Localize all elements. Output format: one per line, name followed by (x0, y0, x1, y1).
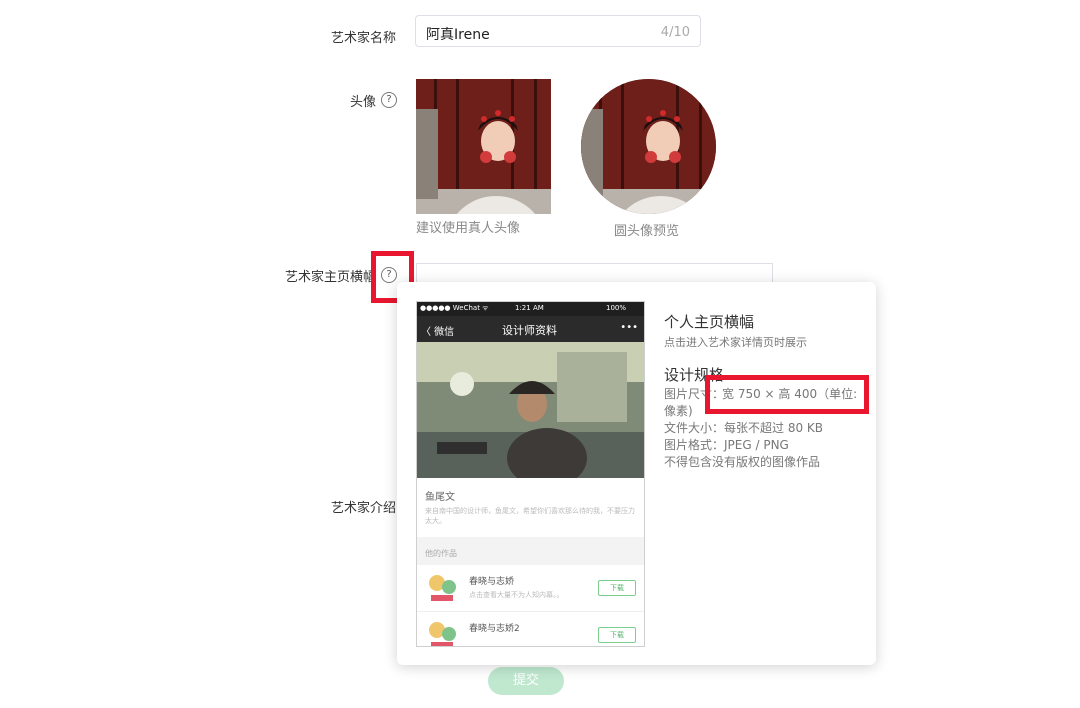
phone-preview: ●●●●● WeChat ᯤ 1:21 AM 100% 〈 微信 设计师资料 •… (416, 301, 645, 647)
phone-nav-bar: 〈 微信 设计师资料 ••• (417, 316, 644, 342)
work-thumbnail-icon (425, 571, 459, 605)
phone-work-item: 春晓与志娇2 下载 (417, 612, 644, 647)
phone-nav-title: 设计师资料 (502, 322, 557, 338)
phone-works-header: 他的作品 (417, 537, 644, 565)
download-button: 下载 (598, 580, 636, 596)
spec-format: 图片格式：JPEG / PNG (664, 437, 789, 454)
artist-name-counter: 4/10 (661, 25, 690, 40)
work-thumbnail-icon (425, 618, 459, 647)
spec-size-value: 宽 750 × 高 400（单位: (722, 386, 857, 403)
intro-label: 艺术家介绍 (276, 497, 396, 516)
avatar-upload[interactable] (416, 79, 551, 214)
avatar-help-icon[interactable]: ? (381, 92, 397, 108)
spec-copyright: 不得包含没有版权的图像作品 (664, 454, 820, 471)
phone-time: 1:21 AM (515, 304, 544, 312)
phone-battery: 100% (606, 304, 626, 312)
banner-help-icon[interactable]: ? (381, 267, 397, 283)
phone-more-icon: ••• (620, 322, 638, 333)
spec-size-unit: 像素) (664, 403, 693, 420)
phone-designer-bio: 来自南中国的设计师，鱼尾文，希望你们喜欢那么待的我，不要压力太大。 (425, 506, 640, 526)
phone-back-button: 〈 微信 (421, 323, 454, 338)
artist-name-value: 阿真Irene (426, 24, 490, 44)
phone-status-bar: ●●●●● WeChat ᯤ 1:21 AM 100% (417, 302, 644, 316)
phone-carrier: ●●●●● WeChat ᯤ (420, 304, 489, 313)
avatar-round-caption: 圆头像预览 (614, 220, 679, 239)
phone-designer-card: 鱼尾文 来自南中国的设计师，鱼尾文，希望你们喜欢那么待的我，不要压力太大。 (417, 478, 644, 537)
spec-filesize: 文件大小：每张不超过 80 KB (664, 420, 823, 437)
avatar-round-preview (581, 79, 716, 214)
artist-name-input[interactable]: 阿真Irene 4/10 (415, 15, 701, 47)
popover-subtitle: 点击进入艺术家详情页时展示 (664, 334, 807, 350)
avatar-photo (416, 79, 551, 214)
artist-name-label: 艺术家名称 (276, 27, 396, 46)
avatar-round-photo (581, 79, 716, 214)
work-title: 春晓与志娇2 (469, 621, 520, 634)
avatar-caption: 建议使用真人头像 (416, 217, 520, 236)
phone-banner-photo (417, 342, 645, 478)
phone-designer-name: 鱼尾文 (425, 488, 455, 503)
work-desc: 点击查看大量不为人知内幕。。 (469, 590, 564, 600)
phone-work-item: 春晓与志娇 点击查看大量不为人知内幕。。 下载 (417, 565, 644, 612)
popover-title: 个人主页横幅 (664, 311, 754, 332)
avatar-label: 头像 (256, 91, 376, 110)
banner-label: 艺术家主页横幅 (256, 266, 376, 285)
work-title: 春晓与志娇 (469, 574, 514, 587)
download-button: 下载 (598, 627, 636, 643)
submit-button[interactable]: 提交 (488, 667, 564, 695)
